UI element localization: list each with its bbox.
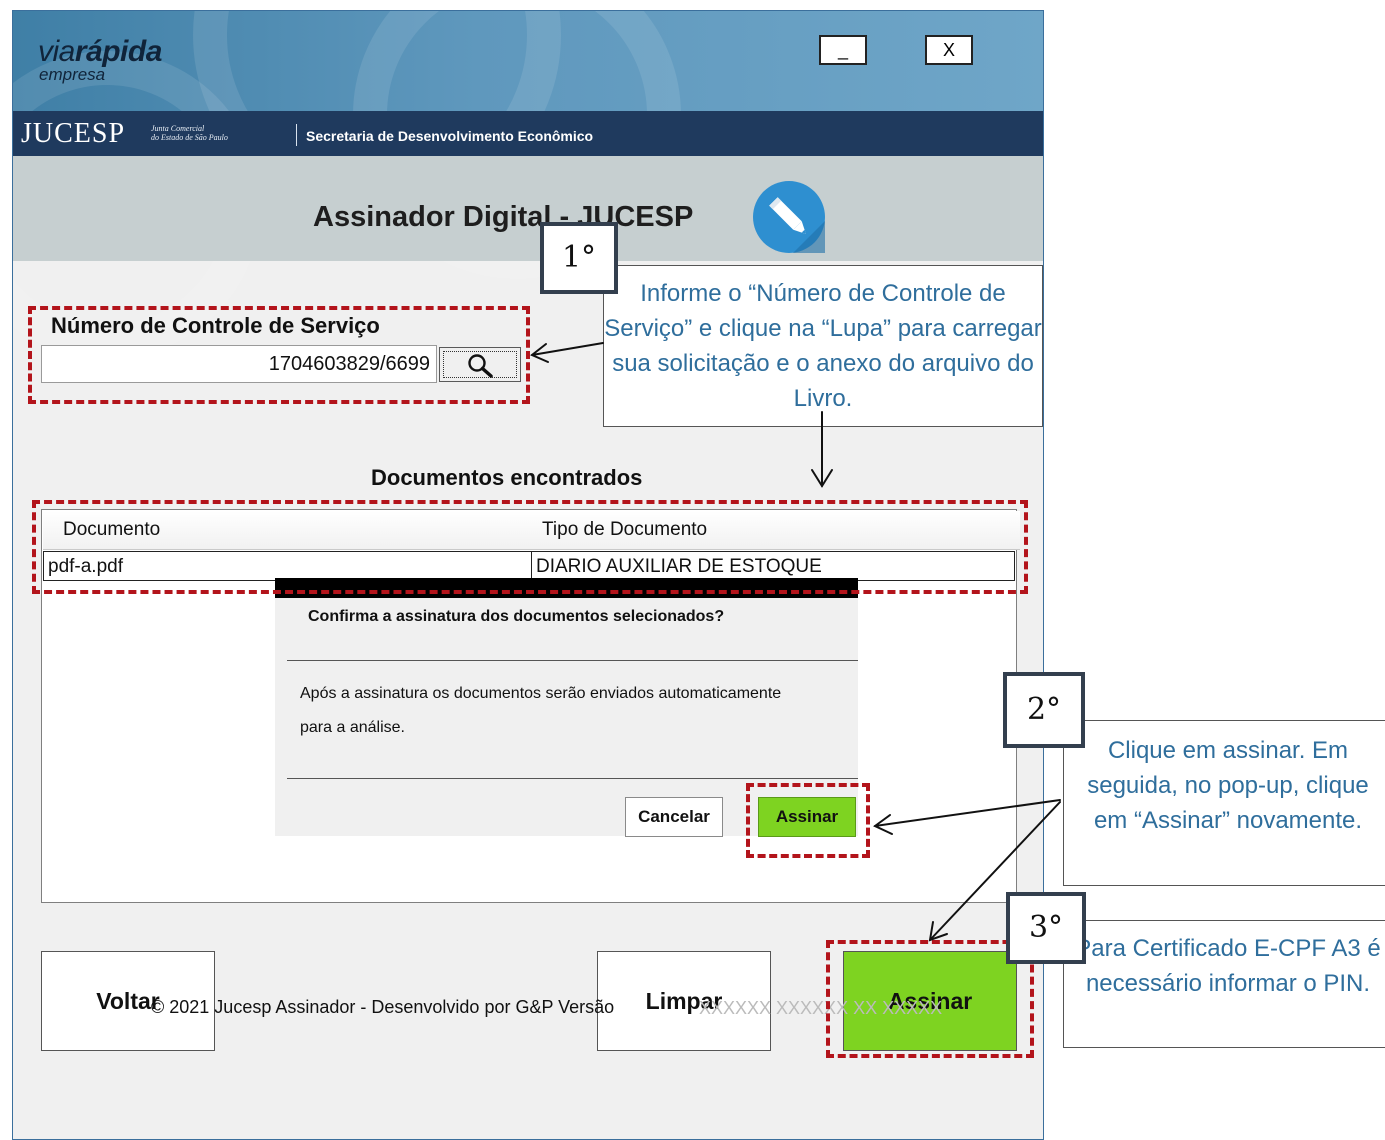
band-divider: [296, 124, 297, 146]
pen-icon: [753, 181, 825, 253]
highlight-documents-grid: [32, 500, 1028, 594]
dialog-message: Após a assinatura os documentos serão en…: [300, 685, 782, 736]
documents-heading: Documentos encontrados: [371, 465, 643, 490]
jucesp-logo-subtitle: Junta Comercial do Estado de São Paulo: [151, 124, 228, 142]
highlight-service-number: [28, 306, 530, 404]
highlight-sign-button: [826, 940, 1034, 1058]
callout-step3: Para Certificado E-CPF A3 é necessário i…: [1063, 920, 1385, 1048]
callout-step2: Clique em assinar. Em seguida, no pop-up…: [1063, 720, 1385, 886]
jucesp-logo: JUCESP: [21, 118, 126, 149]
dialog-question: Confirma a assinatura dos documentos sel…: [308, 608, 725, 625]
brand-logo: viarápida: [38, 35, 162, 68]
close-button[interactable]: X: [925, 35, 973, 65]
step-badge-1: 1°: [540, 222, 618, 294]
callout-step1: Informe o “Número de Controle de Serviço…: [603, 265, 1043, 427]
page-title: Assinador Digital - JUCESP: [313, 201, 694, 233]
window-header: [13, 11, 1043, 359]
highlight-dialog-sign: [746, 783, 870, 858]
dialog-cancel-button[interactable]: Cancelar: [625, 797, 723, 837]
step-badge-2: 2°: [1003, 672, 1085, 748]
dialog-divider: [287, 660, 858, 661]
minimize-button[interactable]: _: [819, 35, 867, 65]
footer-text: © 2021 Jucesp Assinador - Desenvolvido p…: [151, 997, 615, 1017]
dialog-divider: [287, 778, 858, 779]
secretaria-label: Secretaria de Desenvolvimento Econômico: [306, 128, 594, 144]
brand-subtitle: empresa: [39, 65, 106, 84]
step-badge-3: 3°: [1006, 892, 1086, 964]
